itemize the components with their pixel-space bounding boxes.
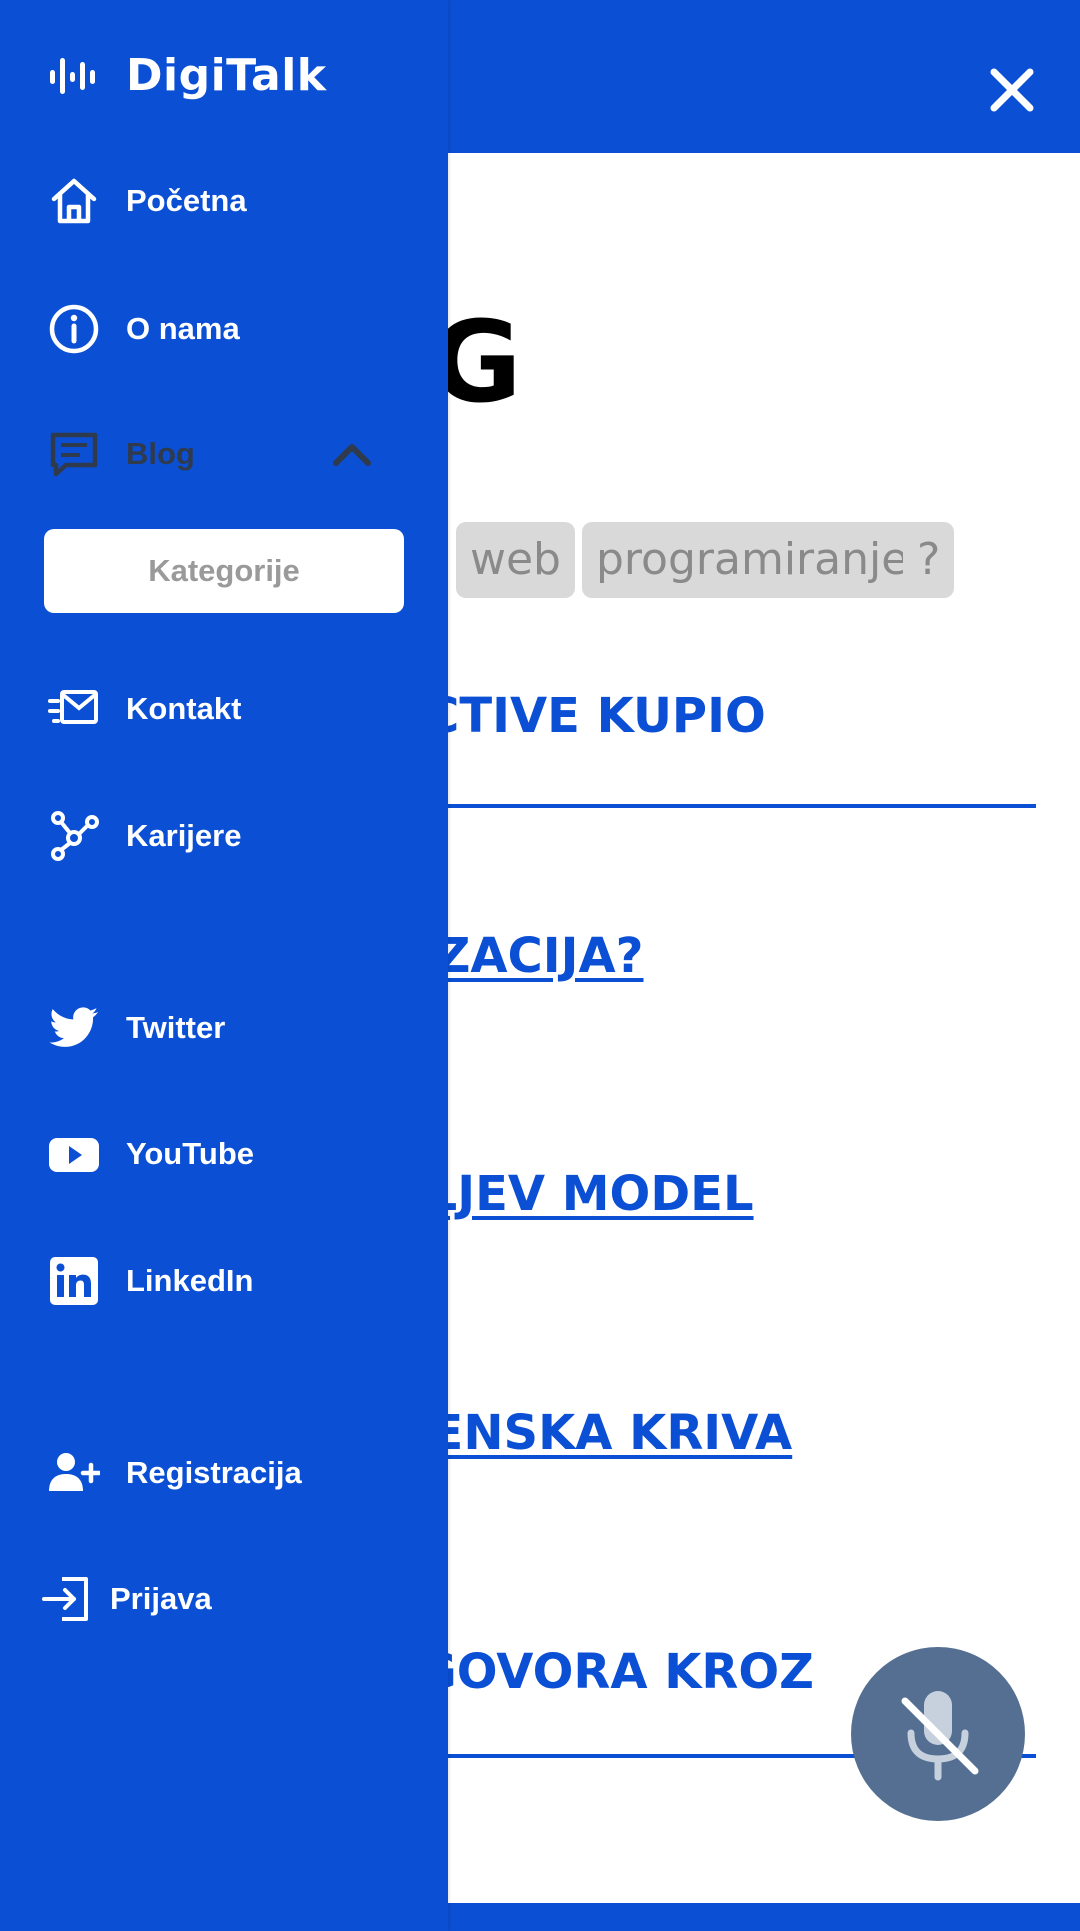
- nav-label: YouTube: [126, 1136, 254, 1171]
- nav-label: Twitter: [126, 1010, 226, 1045]
- network-icon: [48, 810, 100, 862]
- soundwave-logo-icon: [50, 57, 95, 94]
- nav-item-o-nama[interactable]: O nama: [48, 299, 240, 359]
- nav-label: Karijere: [126, 818, 242, 853]
- tag-question[interactable]: ?: [903, 522, 955, 598]
- nav-item-linkedin[interactable]: LinkedIn: [48, 1251, 253, 1311]
- nav-label: Blog: [126, 436, 195, 471]
- app-logo[interactable]: DigiTalk: [48, 50, 327, 101]
- nav-item-pocetna[interactable]: Početna: [48, 171, 247, 231]
- nav-label: Početna: [126, 183, 247, 218]
- nav-item-kontakt[interactable]: Kontakt: [48, 679, 241, 739]
- message-square-icon: [48, 428, 100, 480]
- mic-off-icon: [901, 1691, 979, 1781]
- nav-item-prijava[interactable]: Prijava: [40, 1569, 212, 1629]
- sign-in-icon: [40, 1573, 92, 1625]
- post-divider: [350, 804, 1036, 808]
- nav-label: LinkedIn: [126, 1263, 254, 1298]
- nav-label: Prijava: [110, 1581, 212, 1616]
- nav-item-blog[interactable]: Blog: [48, 424, 195, 484]
- tag-programiranje[interactable]: programiranje: [582, 522, 923, 598]
- nav-label: Kontakt: [126, 691, 242, 726]
- home-icon: [48, 175, 100, 227]
- user-plus-icon: [48, 1447, 100, 1499]
- nav-item-registracija[interactable]: Registracija: [48, 1443, 302, 1503]
- nav-label: O nama: [126, 311, 240, 346]
- kategorije-label: Kategorije: [148, 553, 300, 588]
- youtube-icon: [48, 1128, 100, 1180]
- close-icon[interactable]: [984, 62, 1040, 118]
- navigation-drawer: DigiTalk Početna O nama Blog Kategorije …: [0, 0, 448, 1931]
- nav-item-karijere[interactable]: Karijere: [48, 806, 241, 866]
- nav-label: Registracija: [126, 1455, 302, 1490]
- info-icon: [48, 303, 100, 355]
- twitter-icon: [48, 1002, 100, 1054]
- nav-item-youtube[interactable]: YouTube: [48, 1124, 254, 1184]
- voice-input-button[interactable]: [851, 1647, 1025, 1821]
- linkedin-icon: [48, 1255, 100, 1307]
- app-name: DigiTalk: [126, 50, 327, 101]
- kategorije-button[interactable]: Kategorije: [44, 529, 404, 613]
- mail-icon: [48, 683, 100, 735]
- chevron-up-icon[interactable]: [330, 439, 374, 469]
- tag-web[interactable]: web: [456, 522, 575, 598]
- nav-item-twitter[interactable]: Twitter: [48, 998, 225, 1058]
